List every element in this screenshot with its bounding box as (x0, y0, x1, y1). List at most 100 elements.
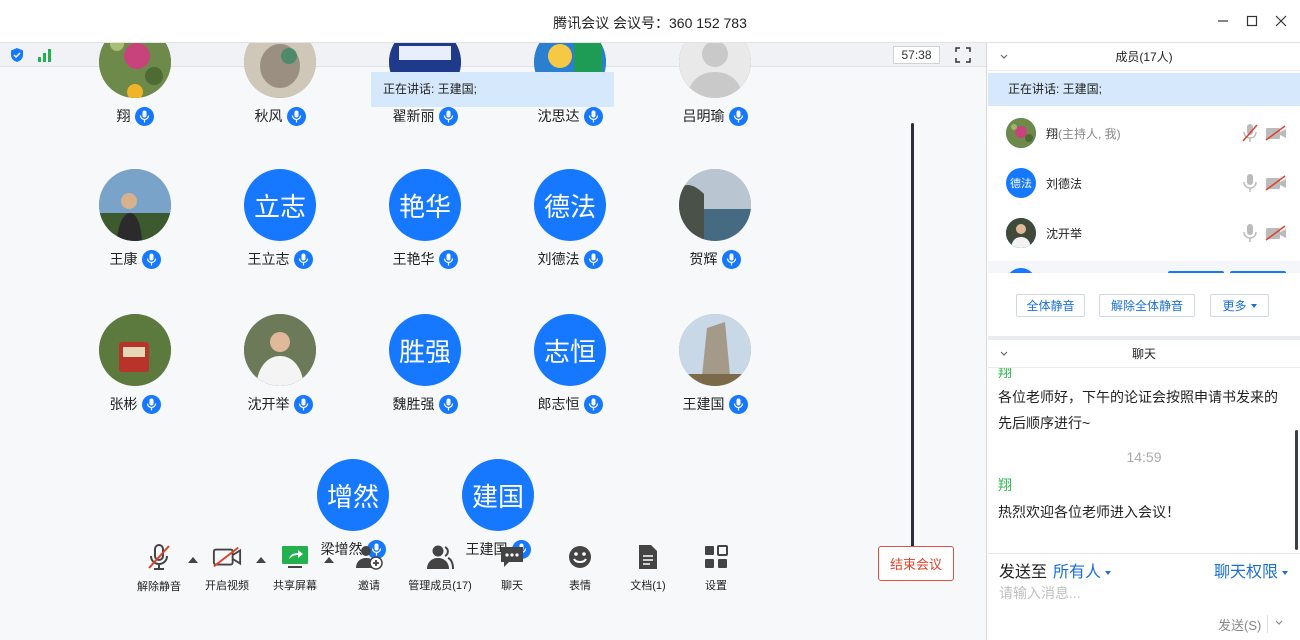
send-options-row: 发送至 所有人 聊天权限 (988, 553, 1300, 581)
document-icon (639, 544, 657, 569)
man-photo-icon (244, 314, 316, 386)
participant-tile[interactable]: 吕明瑜 (650, 43, 780, 136)
participant-name-row: 王建国 (650, 394, 780, 414)
participant-name: 王艳华 (392, 251, 435, 267)
participant-name-row: 王康 (70, 249, 200, 269)
participant-tile[interactable]: 王康 (70, 169, 200, 279)
participant-tile[interactable]: 贺辉 (650, 169, 780, 279)
mic-status-badge (583, 394, 603, 414)
chat-messages: 翔 各位老师好，下午的论证会按照申请书发来的先后顺序进行~ 14:59 翔 热烈… (988, 368, 1300, 553)
camera-off-icon[interactable] (1265, 225, 1287, 241)
start-video-button[interactable]: 开启视频 (195, 543, 259, 593)
participant-tile[interactable]: 胜强 魏胜强 (360, 314, 490, 424)
security-shield-icon[interactable] (9, 47, 25, 63)
participant-name-row: 翟新丽 (360, 106, 490, 126)
documents-button[interactable]: 文档(1) (616, 543, 680, 593)
participant-tile[interactable]: 翔 (70, 43, 200, 136)
chat-message: 热烈欢迎各位老师进入会议！ (998, 504, 1180, 520)
participant-tile[interactable]: 艳华 王艳华 (360, 169, 490, 279)
chat-permission-selector[interactable]: 聊天权限 (1214, 558, 1288, 582)
send-button[interactable]: 发送(S) (1218, 615, 1261, 634)
share-screen-button[interactable]: 共享屏幕 (263, 543, 327, 593)
mic-icon (291, 110, 301, 122)
fullscreen-icon[interactable] (955, 47, 971, 63)
avatar: 胜强 (389, 314, 461, 386)
close-button[interactable] (1270, 10, 1292, 32)
participant-tile[interactable]: 立志 王立志 (215, 169, 345, 279)
chat-header[interactable]: 聊天 (988, 340, 1300, 368)
invite-button[interactable]: 邀请 (337, 543, 401, 593)
gallery-scrollbar[interactable] (911, 123, 914, 567)
collapse-chevron-icon[interactable] (999, 340, 1009, 368)
participant-name: 沈思达 (537, 108, 580, 124)
mic-status-badge (721, 249, 741, 269)
participant-tile[interactable]: 沈开举 (215, 314, 345, 424)
mic-muted-icon[interactable] (1241, 123, 1259, 143)
flower-avatar-icon (1006, 118, 1036, 148)
unmute-button[interactable]: 解除静音 (127, 543, 191, 593)
camera-off-icon[interactable] (1265, 125, 1287, 141)
maximize-button[interactable] (1241, 10, 1263, 32)
more-button[interactable]: 更多 (1210, 294, 1269, 317)
member-action-button[interactable] (1230, 271, 1286, 273)
participant-tile[interactable]: 王建国 (650, 314, 780, 424)
window-title: 腾讯会议 会议号：360 152 783 (553, 15, 747, 31)
emoji-button[interactable]: 表情 (548, 543, 612, 593)
member-row[interactable]: 沈开举 (988, 208, 1300, 258)
minimize-button[interactable] (1212, 10, 1234, 32)
participant-tile[interactable]: 秋风 (215, 43, 345, 136)
manage-members-button[interactable]: 管理成员(17) (408, 543, 472, 593)
participant-name: 吕明瑜 (682, 108, 725, 124)
mute-all-button[interactable]: 全体静音 (1016, 294, 1085, 317)
mic-status-badge (438, 106, 458, 126)
chat-scrollbar[interactable] (1295, 430, 1298, 550)
network-signal-icon[interactable] (37, 47, 53, 63)
participant-name: 王康 (109, 251, 138, 267)
share-screen-label: 共享屏幕 (273, 580, 317, 592)
share-options-caret[interactable] (324, 557, 334, 563)
send-to-selector[interactable]: 发送至 所有人 (999, 558, 1112, 582)
person-photo-icon (99, 169, 171, 241)
participant-name: 沈开举 (247, 396, 290, 412)
camera-off-icon[interactable] (1265, 175, 1287, 191)
chat-sender: 翔 (998, 477, 1012, 493)
avatar (244, 43, 316, 98)
participant-name: 贺辉 (689, 251, 718, 267)
participant-tile[interactable]: 张彬 (70, 314, 200, 424)
minimize-icon (1218, 20, 1228, 22)
chat-button[interactable]: 聊天 (480, 543, 544, 593)
mic-icon[interactable] (1241, 223, 1259, 243)
end-meeting-button[interactable]: 结束会议 (878, 546, 954, 581)
mic-icon (733, 110, 743, 122)
more-label: 更多 (1222, 299, 1247, 313)
participant-tile[interactable]: 志恒 郎志恒 (505, 314, 635, 424)
member-row[interactable]: 翔(主持人, 我) (988, 108, 1300, 158)
participant-tile[interactable]: 德法 刘德法 (505, 169, 635, 279)
mic-status-badge (438, 394, 458, 414)
avatar: 德法 (534, 169, 606, 241)
participant-name-row: 张彬 (70, 394, 200, 414)
settings-button[interactable]: 设置 (684, 543, 748, 593)
avatar (679, 43, 751, 98)
mic-icon (588, 398, 598, 410)
participant-name: 翔 (116, 108, 131, 124)
member-row-partial[interactable] (988, 261, 1300, 273)
member-name: 刘德法 (1046, 177, 1083, 191)
members-speaking-row: 正在讲话: 王建国; (988, 73, 1300, 106)
member-action-button[interactable] (1168, 271, 1224, 273)
unmute-all-button[interactable]: 解除全体静音 (1099, 294, 1195, 317)
mic-status-badge (583, 249, 603, 269)
participant-name-row: 秋风 (215, 106, 345, 126)
avatar: 建国 (462, 459, 534, 531)
send-options-chevron-icon[interactable] (1275, 619, 1283, 627)
member-row[interactable]: 德法 刘德法 (988, 158, 1300, 208)
members-header[interactable]: 成员(17人) (988, 43, 1300, 71)
participant-name: 王建国 (682, 396, 725, 412)
collapse-chevron-icon[interactable] (999, 43, 1009, 71)
mic-icon[interactable] (1241, 173, 1259, 193)
tram-photo-icon (99, 314, 171, 386)
chat-input[interactable]: 请输入消息... (999, 583, 1081, 603)
settings-grid-icon (705, 544, 728, 568)
mic-status-badge (438, 249, 458, 269)
members-icon (427, 545, 454, 569)
